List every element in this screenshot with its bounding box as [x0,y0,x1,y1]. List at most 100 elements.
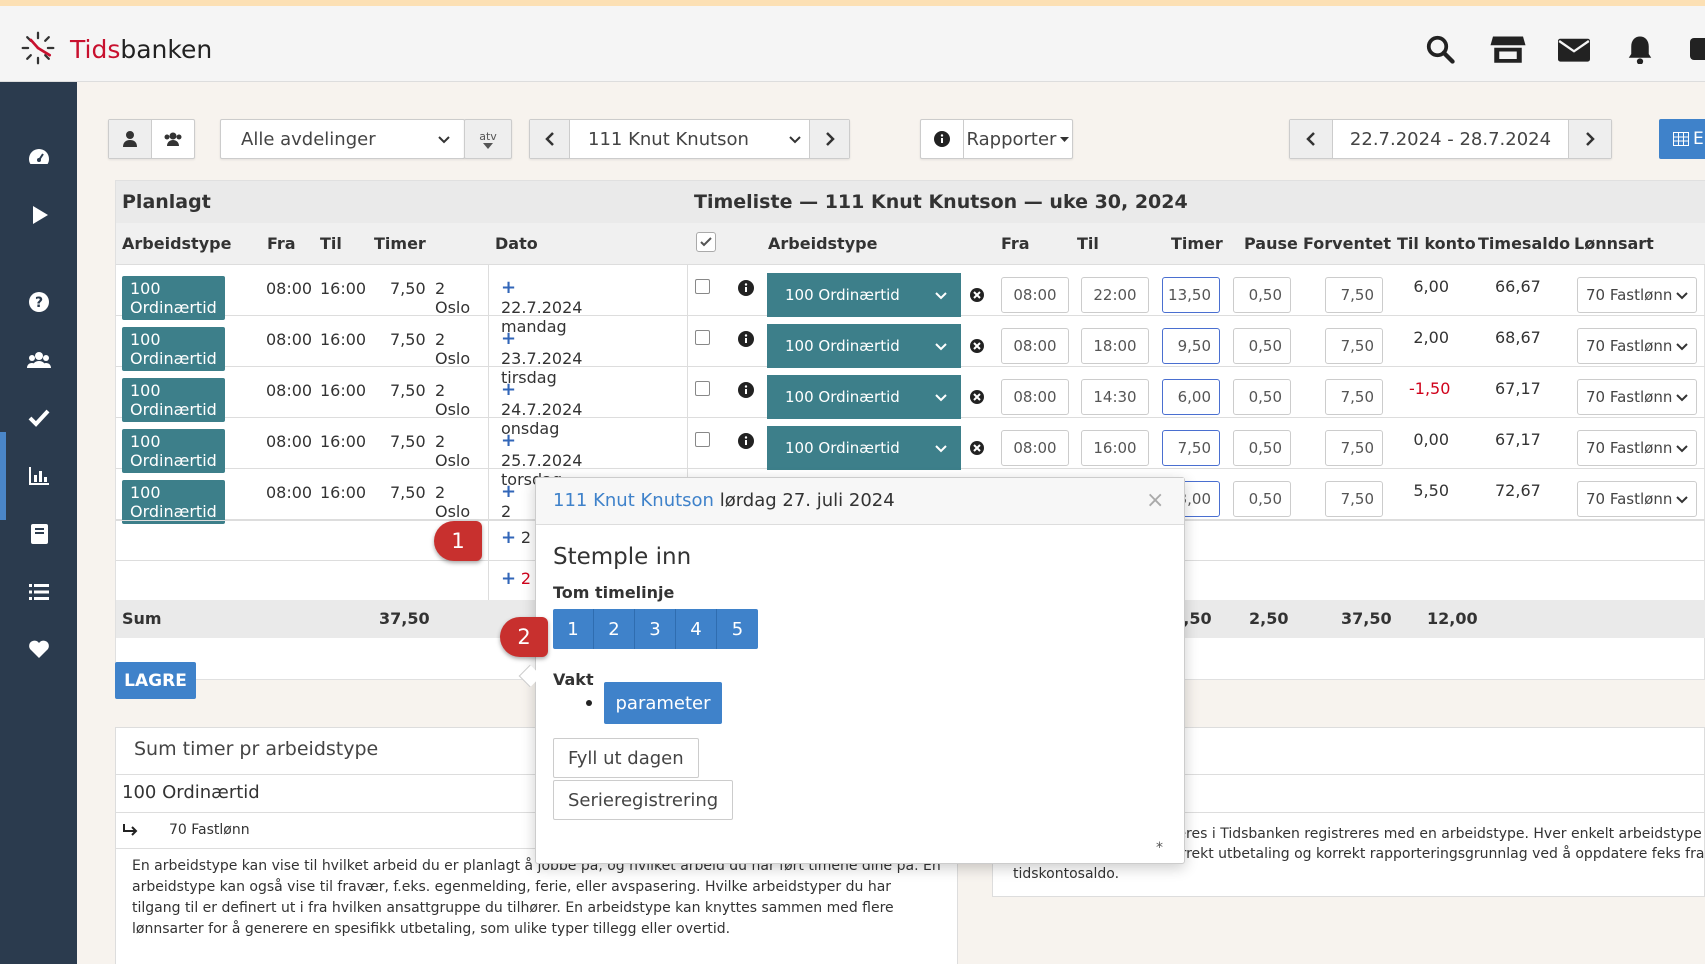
info-icon[interactable] [738,382,754,398]
work-type-select[interactable]: 100 Ordinærtid [767,375,961,419]
add-line-button[interactable]: + 2 [501,481,516,521]
add-row-button[interactable]: + 2 [501,568,531,589]
employee-link[interactable]: 111 Knut Knutson [553,490,714,511]
remove-icon[interactable] [970,441,984,455]
sidebar-item-approve[interactable] [0,396,77,440]
pause-input[interactable]: 0,50 [1233,328,1291,364]
from-input[interactable]: 08:00 [1001,379,1069,415]
info-icon[interactable] [738,433,754,449]
timeline-5-button[interactable]: 5 [717,609,758,649]
save-button[interactable]: LAGRE [115,662,196,699]
work-type-select[interactable]: 100 Ordinærtid [767,273,961,317]
timeline-1-button[interactable]: 1 [553,609,594,649]
col-divider [687,316,688,367]
chevron-down-icon [935,292,947,300]
salary-type-select[interactable]: 70 Fastlønn [1577,277,1697,313]
department-value: Alle avdelinger [241,128,376,150]
info-icon[interactable] [738,280,754,296]
next-employee-button[interactable] [809,120,849,158]
timeline-3-button[interactable]: 3 [635,609,676,649]
salary-type-select[interactable]: 70 Fastlønn [1577,430,1697,466]
plan-type-badge: 100 Ordinærtid [122,276,225,320]
select-all-checkbox[interactable] [696,232,716,252]
hours-input[interactable]: 9,50 [1162,328,1220,364]
series-registration-button[interactable]: Serieregistrering [553,780,734,820]
sidebar-item-favorites[interactable] [0,627,77,671]
to-input[interactable]: 22:00 [1081,277,1149,313]
row-checkbox[interactable] [695,330,710,345]
row-checkbox[interactable] [695,432,710,447]
sidebar-item-reports[interactable] [0,454,77,498]
timeline-4-button[interactable]: 4 [676,609,717,649]
work-type-select[interactable]: 100 Ordinærtid [767,426,961,470]
hours-input[interactable]: 13,50 [1162,277,1220,313]
chevron-left-icon [1306,132,1315,146]
to-account: 2,00 [1413,328,1449,347]
expected-input[interactable]: 7,50 [1325,328,1383,364]
remove-icon[interactable] [970,339,984,353]
prev-employee-button[interactable] [530,120,570,158]
pause-input[interactable]: 0,50 [1233,481,1291,517]
hours-input[interactable]: 6,00 [1162,379,1220,415]
search-icon[interactable] [1425,34,1455,64]
row-checkbox[interactable] [695,381,710,396]
export-button[interactable]: E [1659,119,1705,159]
pause-input[interactable]: 0,50 [1233,277,1291,313]
parameter-button[interactable]: parameter [604,682,722,724]
atv-sort-button[interactable]: atv [464,119,512,159]
remove-icon[interactable] [970,390,984,404]
sidebar-item-users[interactable] [0,338,77,382]
expected-input[interactable]: 7,50 [1325,277,1383,313]
summary-title: Sum timer pr arbeidstype [134,738,379,760]
pause-input[interactable]: 0,50 [1233,430,1291,466]
group-button[interactable] [152,120,194,158]
from-input[interactable]: 08:00 [1001,277,1069,313]
app-name[interactable]: Tidsbanken [70,35,212,64]
fill-day-button[interactable]: Fyll ut dagen [553,738,699,778]
row-checkbox[interactable] [695,279,710,294]
close-icon[interactable]: × [1146,488,1164,513]
work-type-select[interactable]: 100 Ordinærtid [767,324,961,368]
salary-type-select[interactable]: 70 Fastlønn [1577,481,1697,517]
mail-icon[interactable] [1558,34,1590,64]
from-input[interactable]: 08:00 [1001,328,1069,364]
prev-week-button[interactable] [1290,120,1333,158]
to-input[interactable]: 16:00 [1081,430,1149,466]
book-icon [30,524,48,544]
salary-type-select[interactable]: 70 Fastlønn [1577,328,1697,364]
to-input[interactable]: 14:30 [1081,379,1149,415]
tidsbanken-logo-icon[interactable] [20,30,56,66]
hours-input[interactable]: 7,50 [1162,430,1220,466]
help-icon[interactable] [1690,34,1705,64]
store-icon[interactable] [1490,34,1526,64]
timesheet-title: Timeliste — 111 Knut Knutson — uke 30, 2… [694,191,1188,213]
expected-input[interactable]: 7,50 [1325,481,1383,517]
from-input[interactable]: 08:00 [1001,430,1069,466]
pause-input[interactable]: 0,50 [1233,379,1291,415]
remove-icon[interactable] [970,288,984,302]
next-week-button[interactable] [1568,120,1611,158]
department-select[interactable]: Alle avdelinger [220,119,465,159]
info-icon[interactable] [738,331,754,347]
single-user-button[interactable] [109,120,152,158]
expected-input[interactable]: 7,50 [1325,379,1383,415]
sidebar-item-play[interactable] [0,193,77,237]
info-button[interactable] [921,120,964,158]
expected-input[interactable]: 7,50 [1325,430,1383,466]
col-header-type: Arbeidstype [768,234,878,253]
employee-select[interactable]: 111 Knut Knutson [570,120,809,158]
add-row-button[interactable]: + 2 [501,527,531,548]
caret-down-icon [483,142,493,149]
date-range[interactable]: 22.7.2024 - 28.7.2024 [1333,129,1568,150]
sidebar-item-dashboard[interactable] [0,135,77,179]
timeline-2-button[interactable]: 2 [594,609,635,649]
reports-dropdown[interactable]: Rapporter [964,129,1072,150]
salary-type-select[interactable]: 70 Fastlønn [1577,379,1697,415]
sidebar-item-book[interactable] [0,512,77,556]
plan-from: 08:00 [266,330,313,349]
bell-icon[interactable] [1625,34,1655,64]
sidebar-item-help[interactable]: ? [0,280,77,324]
sidebar-item-list[interactable] [0,570,77,614]
plan-type-badge: 100 Ordinærtid [122,378,225,422]
to-input[interactable]: 18:00 [1081,328,1149,364]
